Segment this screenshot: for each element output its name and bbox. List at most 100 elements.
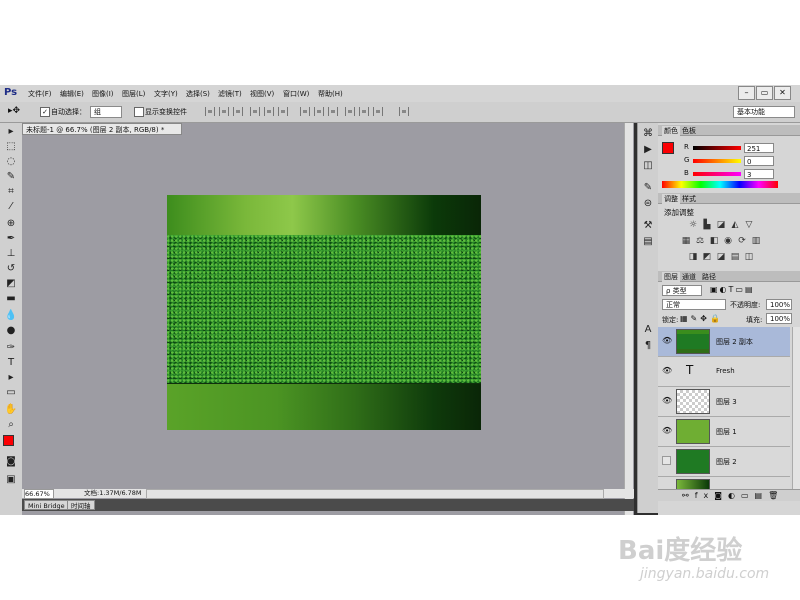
- foreground-color-swatch[interactable]: [3, 435, 14, 446]
- document-size-info[interactable]: 文档:1.37M/6.78M: [84, 489, 142, 498]
- hue-saturation-icon[interactable]: ▦: [681, 237, 691, 246]
- menu-help[interactable]: 帮助(H): [318, 89, 343, 99]
- tab-mini-bridge[interactable]: Mini Bridge: [24, 500, 69, 510]
- gradient-tool-icon[interactable]: ▬: [4, 292, 18, 306]
- hidden-visibility-box[interactable]: [662, 456, 671, 465]
- document-tab[interactable]: 未标题-1 @ 66.7% (图层 2 副本, RGB/8) *: [22, 123, 182, 135]
- menu-layer[interactable]: 图层(L): [122, 89, 145, 99]
- eyedropper-tool-icon[interactable]: ⁄: [4, 200, 18, 214]
- hand-tool-icon[interactable]: ✋: [4, 403, 18, 417]
- menu-file[interactable]: 文件(F): [28, 89, 52, 99]
- vibrance-icon[interactable]: ▽: [744, 221, 754, 230]
- brush-panel-icon[interactable]: ✎: [641, 181, 655, 195]
- tab-adjustments[interactable]: 调整: [662, 194, 680, 204]
- distribute-vcenter-icon[interactable]: [314, 107, 324, 116]
- canvas-area[interactable]: 未标题-1 @ 66.7% (图层 2 副本, RGB/8) *: [22, 123, 634, 515]
- horizontal-scrollbar[interactable]: [146, 489, 604, 499]
- distribute-hcenter-icon[interactable]: [359, 107, 369, 116]
- invert-icon[interactable]: ◨: [688, 253, 698, 262]
- align-left-icon[interactable]: [250, 107, 260, 116]
- channel-g-slider[interactable]: [693, 159, 741, 163]
- eye-icon[interactable]: 👁: [662, 426, 672, 435]
- menu-edit[interactable]: 编辑(E): [60, 89, 84, 99]
- healing-brush-tool-icon[interactable]: ⊕: [4, 217, 18, 231]
- eye-icon[interactable]: 👁: [662, 396, 672, 405]
- layer-filter-kind-dropdown[interactable]: ρ 类型: [662, 285, 702, 296]
- fill-value[interactable]: 100%: [766, 313, 792, 324]
- exposure-icon[interactable]: ◭: [730, 221, 740, 230]
- posterize-icon[interactable]: ◩: [702, 253, 712, 262]
- tab-swatches[interactable]: 色板: [682, 126, 696, 136]
- blend-mode-dropdown[interactable]: 正常: [662, 299, 726, 310]
- workspace-dropdown[interactable]: 基本功能: [733, 106, 795, 118]
- align-hcenter-icon[interactable]: [264, 107, 274, 116]
- tab-paths[interactable]: 路径: [702, 272, 716, 282]
- distribute-left-icon[interactable]: [345, 107, 355, 116]
- layer-row-layer3[interactable]: 👁 图层 3: [658, 387, 790, 417]
- distribute-top-icon[interactable]: [300, 107, 310, 116]
- minimize-button[interactable]: –: [738, 86, 755, 100]
- menu-filter[interactable]: 滤镜(T): [218, 89, 242, 99]
- zoom-tool-icon[interactable]: ⌕: [4, 418, 18, 432]
- channel-g-value[interactable]: 0: [744, 156, 774, 166]
- eye-icon[interactable]: 👁: [662, 366, 672, 375]
- curves-icon[interactable]: ◪: [716, 221, 726, 230]
- channel-b-value[interactable]: 3: [744, 169, 774, 179]
- layer-row-layer2[interactable]: 图层 2: [658, 447, 790, 477]
- color-foreground-swatch[interactable]: [662, 142, 674, 154]
- show-transform-checkbox[interactable]: [134, 107, 144, 117]
- blur-tool-icon[interactable]: 💧: [4, 309, 18, 323]
- screen-mode-icon[interactable]: ▣: [4, 473, 18, 487]
- shape-tool-icon[interactable]: ▭: [4, 386, 18, 400]
- align-bottom-icon[interactable]: [233, 107, 243, 116]
- tab-channels[interactable]: 通道: [682, 272, 696, 282]
- actions-panel-icon[interactable]: ▶: [641, 143, 655, 157]
- dodge-tool-icon[interactable]: ●: [4, 324, 18, 338]
- levels-icon[interactable]: ▙: [702, 221, 712, 230]
- tool-presets-icon[interactable]: ⚒: [641, 219, 655, 233]
- eraser-tool-icon[interactable]: ◩: [4, 277, 18, 291]
- clone-stamp-tool-icon[interactable]: ⊥: [4, 247, 18, 261]
- tab-color[interactable]: 颜色: [662, 126, 680, 136]
- layer-filter-icons[interactable]: ▣◐T▭▤: [710, 285, 755, 294]
- type-tool-icon[interactable]: T: [4, 356, 18, 370]
- history-brush-tool-icon[interactable]: ↺: [4, 262, 18, 276]
- clone-source-icon[interactable]: ⊜: [641, 197, 655, 211]
- quick-mask-icon[interactable]: ◙: [4, 455, 18, 469]
- swatches-mini-icon[interactable]: ▤: [641, 235, 655, 249]
- layer-row-partial[interactable]: [658, 477, 790, 489]
- quick-select-tool-icon[interactable]: ✎: [4, 170, 18, 184]
- layers-scrollbar[interactable]: [792, 327, 800, 489]
- brightness-contrast-icon[interactable]: ☼: [688, 221, 698, 230]
- menu-view[interactable]: 视图(V): [250, 89, 274, 99]
- auto-align-icon[interactable]: [399, 107, 409, 116]
- lasso-tool-icon[interactable]: ◌: [4, 155, 18, 169]
- color-spectrum-bar[interactable]: [662, 181, 778, 188]
- threshold-icon[interactable]: ◪: [716, 253, 726, 262]
- crop-tool-icon[interactable]: ⌗: [4, 185, 18, 199]
- menu-type[interactable]: 文字(Y): [154, 89, 178, 99]
- align-top-icon[interactable]: [205, 107, 215, 116]
- gradient-map-icon[interactable]: ▤: [730, 253, 740, 262]
- channel-r-value[interactable]: 251: [744, 143, 774, 153]
- marquee-tool-icon[interactable]: ⬚: [4, 140, 18, 154]
- maximize-button[interactable]: ▭: [756, 86, 773, 100]
- pen-tool-icon[interactable]: ✑: [4, 341, 18, 355]
- layer-row-layer2-copy[interactable]: 👁 图层 2 副本: [658, 327, 790, 357]
- move-tool-preset-icon[interactable]: ▸✥: [8, 106, 20, 116]
- align-vcenter-icon[interactable]: [219, 107, 229, 116]
- brush-tool-icon[interactable]: ✒: [4, 232, 18, 246]
- color-lookup-icon[interactable]: ▥: [751, 237, 761, 246]
- photo-filter-icon[interactable]: ◉: [723, 237, 733, 246]
- channel-r-slider[interactable]: [693, 146, 741, 150]
- opacity-value[interactable]: 100%: [766, 299, 792, 310]
- path-select-tool-icon[interactable]: ▸: [4, 371, 18, 385]
- move-tool-icon[interactable]: ▸: [4, 125, 18, 139]
- close-button[interactable]: ✕: [774, 86, 791, 100]
- layers-bottom-toolbar[interactable]: ⚯fx◙◐▭▤🗑: [658, 489, 800, 501]
- menu-window[interactable]: 窗口(W): [283, 89, 309, 99]
- color-balance-icon[interactable]: ⚖: [695, 237, 705, 246]
- auto-select-checkbox[interactable]: ✓: [40, 107, 50, 117]
- document-image[interactable]: [167, 195, 481, 430]
- tab-styles[interactable]: 样式: [682, 194, 696, 204]
